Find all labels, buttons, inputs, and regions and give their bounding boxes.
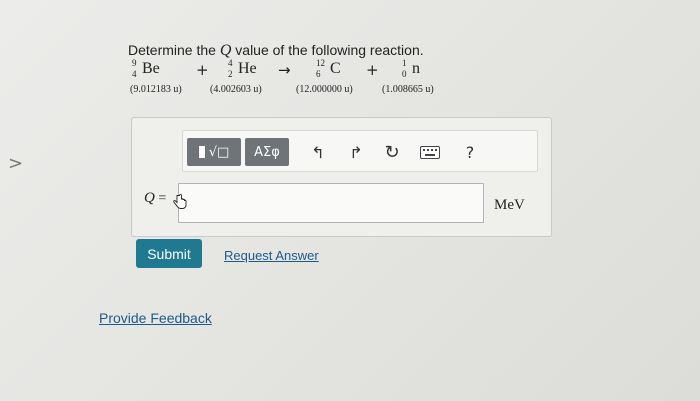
nuclear-reaction: 9 4 Be + 4 2 He → 12 6 C + 1 0 n (9.0121… bbox=[130, 59, 460, 102]
mass-value: (9.012183 u) bbox=[130, 84, 182, 95]
hand-cursor-icon bbox=[172, 194, 188, 215]
mass-value: (4.002603 u) bbox=[210, 84, 262, 95]
reaction-arrow: → bbox=[278, 61, 291, 79]
answer-label: Q = bbox=[144, 190, 166, 207]
math-toolbar: √□ ΑΣφ ↰ ↱ ↻ ? bbox=[182, 130, 538, 172]
question-prefix: Determine the bbox=[128, 42, 220, 58]
help-label: ? bbox=[465, 142, 475, 162]
mass-value: (12.000000 u) bbox=[296, 84, 353, 95]
answer-input[interactable] bbox=[178, 183, 484, 223]
reactant-helium: 4 2 He bbox=[228, 59, 257, 79]
undo-icon[interactable]: ↰ bbox=[307, 141, 329, 163]
question-variable: Q bbox=[219, 42, 232, 59]
help-icon[interactable]: ? bbox=[459, 141, 481, 163]
keyboard-icon[interactable] bbox=[419, 141, 441, 163]
templates-label: √□ bbox=[208, 144, 230, 160]
question-suffix: value of the following reaction. bbox=[231, 42, 424, 58]
product-neutron: 1 0 n bbox=[402, 59, 420, 79]
request-answer-link[interactable]: Request Answer bbox=[224, 248, 319, 263]
unit-label: MeV bbox=[494, 197, 525, 213]
template-block-icon bbox=[198, 146, 205, 158]
greek-symbols-button[interactable]: ΑΣφ bbox=[245, 138, 289, 166]
element-symbol: He bbox=[238, 60, 257, 77]
provide-feedback-link[interactable]: Provide Feedback bbox=[99, 310, 212, 326]
reset-icon[interactable]: ↻ bbox=[381, 141, 403, 163]
element-symbol: C bbox=[330, 60, 341, 77]
product-carbon: 12 6 C bbox=[316, 59, 341, 79]
previous-arrow-icon[interactable]: > bbox=[8, 153, 23, 174]
answer-label-variable: Q bbox=[144, 190, 155, 206]
reactant-beryllium: 9 4 Be bbox=[132, 59, 160, 79]
plus-sign: + bbox=[366, 61, 379, 79]
submit-button[interactable]: Submit bbox=[136, 239, 202, 268]
question-text: Determine the Q value of the following r… bbox=[128, 42, 424, 60]
answer-label-equals: = bbox=[154, 191, 167, 206]
redo-icon[interactable]: ↱ bbox=[345, 141, 367, 163]
greek-label: ΑΣφ bbox=[254, 144, 280, 160]
element-symbol: n bbox=[412, 60, 420, 77]
templates-button[interactable]: √□ bbox=[187, 138, 241, 166]
plus-sign: + bbox=[196, 61, 209, 79]
mass-value: (1.008665 u) bbox=[382, 84, 434, 95]
element-symbol: Be bbox=[142, 60, 160, 77]
answer-panel: √□ ΑΣφ ↰ ↱ ↻ ? Q = MeV bbox=[131, 117, 552, 237]
